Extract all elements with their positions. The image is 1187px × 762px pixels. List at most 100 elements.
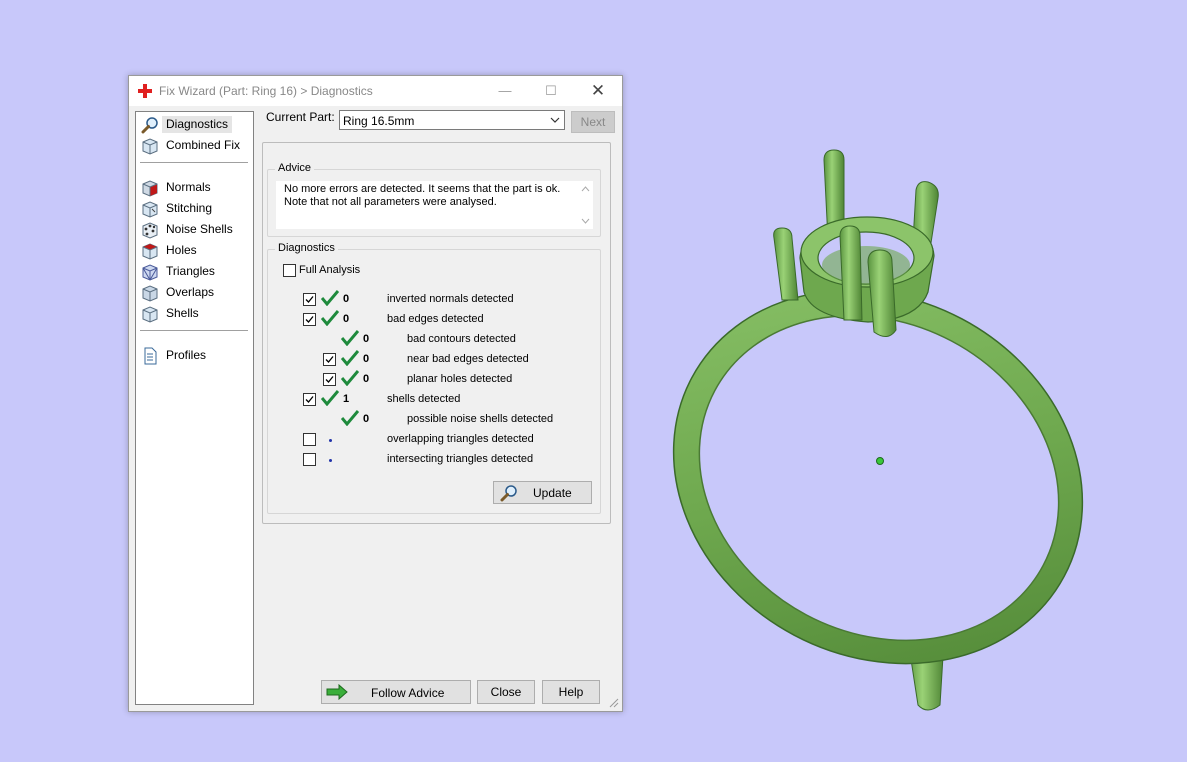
triangles-cube-icon (142, 264, 158, 281)
follow-advice-label: Follow Advice (371, 686, 445, 700)
row-label: inverted normals detected (387, 293, 514, 305)
nav-label: Triangles (166, 264, 215, 278)
scroll-up-icon[interactable] (581, 185, 590, 192)
nav-separator (140, 330, 248, 331)
nav-item-stitching[interactable]: Stitching (140, 199, 248, 219)
green-check-icon (341, 350, 359, 366)
row-count: 0 (363, 333, 370, 345)
checkmark-icon (305, 296, 314, 303)
ring-model[interactable] (622, 149, 1148, 734)
help-button[interactable]: Help (542, 680, 600, 704)
stitching-cube-icon (142, 201, 158, 218)
nav-label: Noise Shells (166, 222, 233, 236)
row-checkbox[interactable] (323, 353, 336, 366)
nav-item-overlaps[interactable]: Overlaps (140, 283, 248, 303)
row-count: 0 (343, 293, 350, 305)
full-analysis-label: Full Analysis (299, 264, 361, 276)
green-check-icon (341, 330, 359, 346)
3d-viewport[interactable] (622, 0, 1187, 762)
follow-advice-button[interactable]: Follow Advice (321, 680, 471, 704)
pending-dot-icon (329, 439, 332, 442)
nav-label: Normals (166, 180, 211, 194)
resize-grip-icon[interactable] (607, 696, 619, 708)
update-button-label: Update (533, 486, 572, 500)
chevron-down-icon (550, 117, 560, 123)
row-label: possible noise shells detected (407, 413, 554, 425)
diagnostics-title: Diagnostics (275, 242, 338, 254)
row-count: 0 (343, 313, 350, 325)
close-window-button[interactable]: ✕ (575, 76, 621, 106)
full-analysis-checkbox[interactable] (283, 264, 296, 277)
advice-textbox[interactable]: No more errors are detected. It seems th… (276, 181, 593, 229)
row-checkbox[interactable] (303, 293, 316, 306)
cube-icon (142, 138, 158, 155)
nav-item-noise-shells[interactable]: Noise Shells (140, 220, 248, 240)
magnifier-icon (500, 485, 517, 502)
nav-label: Stitching (166, 201, 213, 215)
nav-label: Holes (166, 243, 197, 257)
nav-item-profiles[interactable]: Profiles (140, 346, 248, 366)
nav-item-holes[interactable]: Holes (140, 241, 248, 261)
title-bar[interactable]: Fix Wizard (Part: Ring 16) > Diagnostics… (129, 76, 622, 106)
checkmark-icon (305, 316, 314, 323)
nav-item-diagnostics[interactable]: Diagnostics (140, 115, 248, 135)
row-count: 0 (363, 353, 370, 365)
row-count: 0 (363, 413, 370, 425)
checkmark-icon (325, 376, 334, 383)
row-checkbox[interactable] (303, 433, 316, 446)
pending-dot-icon (329, 459, 332, 462)
green-check-icon (321, 390, 339, 406)
row-count: 1 (343, 393, 350, 405)
red-cross-icon (138, 84, 152, 98)
nav-label: Overlaps (166, 285, 215, 299)
advice-title: Advice (275, 162, 315, 174)
close-button[interactable]: Close (477, 680, 535, 704)
pivot-point-icon (876, 457, 884, 465)
nav-item-shells[interactable]: Shells (140, 304, 248, 324)
normals-cube-icon (142, 180, 158, 197)
shells-cube-icon (142, 306, 158, 323)
row-label: intersecting triangles detected (387, 453, 534, 465)
row-count: 0 (363, 373, 370, 385)
nav-label: Shells (166, 306, 199, 320)
magnifier-icon (141, 117, 158, 134)
row-label: overlapping triangles detected (387, 433, 534, 445)
nav-item-triangles[interactable]: Triangles (140, 262, 248, 282)
green-check-icon (321, 310, 339, 326)
wizard-nav: Diagnostics Combined Fix Normals Stitchi… (135, 111, 254, 705)
nav-label: Profiles (166, 348, 207, 362)
noise-shells-icon (142, 222, 158, 239)
checkmark-icon (325, 356, 334, 363)
minimize-button[interactable]: — (482, 76, 528, 106)
overlaps-cube-icon (142, 285, 158, 302)
row-label: bad edges detected (387, 313, 484, 325)
document-icon (144, 347, 157, 365)
row-label: bad contours detected (407, 333, 516, 345)
current-part-value: Ring 16.5mm (343, 114, 415, 128)
fix-wizard-window: Fix Wizard (Part: Ring 16) > Diagnostics… (128, 75, 623, 712)
nav-item-normals[interactable]: Normals (140, 178, 248, 198)
scroll-down-icon[interactable] (581, 218, 590, 225)
row-checkbox[interactable] (303, 453, 316, 466)
nav-item-combined-fix[interactable]: Combined Fix (140, 136, 248, 156)
holes-cube-icon (142, 243, 158, 260)
current-part-select[interactable]: Ring 16.5mm (339, 110, 565, 130)
row-checkbox[interactable] (323, 373, 336, 386)
nav-label: Diagnostics (162, 116, 233, 133)
row-label: shells detected (387, 393, 461, 405)
window-title: Fix Wizard (Part: Ring 16) > Diagnostics (159, 84, 373, 98)
advice-text: No more errors are detected. It seems th… (284, 183, 561, 208)
green-check-icon (341, 410, 359, 426)
maximize-button[interactable]: ☐ (528, 76, 574, 106)
update-button[interactable]: Update (493, 481, 592, 504)
checkmark-icon (305, 396, 314, 403)
nav-label: Combined Fix (166, 138, 241, 152)
green-arrow-right-icon (326, 684, 348, 700)
nav-separator (140, 162, 248, 163)
next-button[interactable]: Next (571, 111, 615, 133)
green-check-icon (321, 290, 339, 306)
row-checkbox[interactable] (303, 313, 316, 326)
row-label: planar holes detected (407, 373, 513, 385)
row-checkbox[interactable] (303, 393, 316, 406)
current-part-label: Current Part: (266, 110, 335, 124)
